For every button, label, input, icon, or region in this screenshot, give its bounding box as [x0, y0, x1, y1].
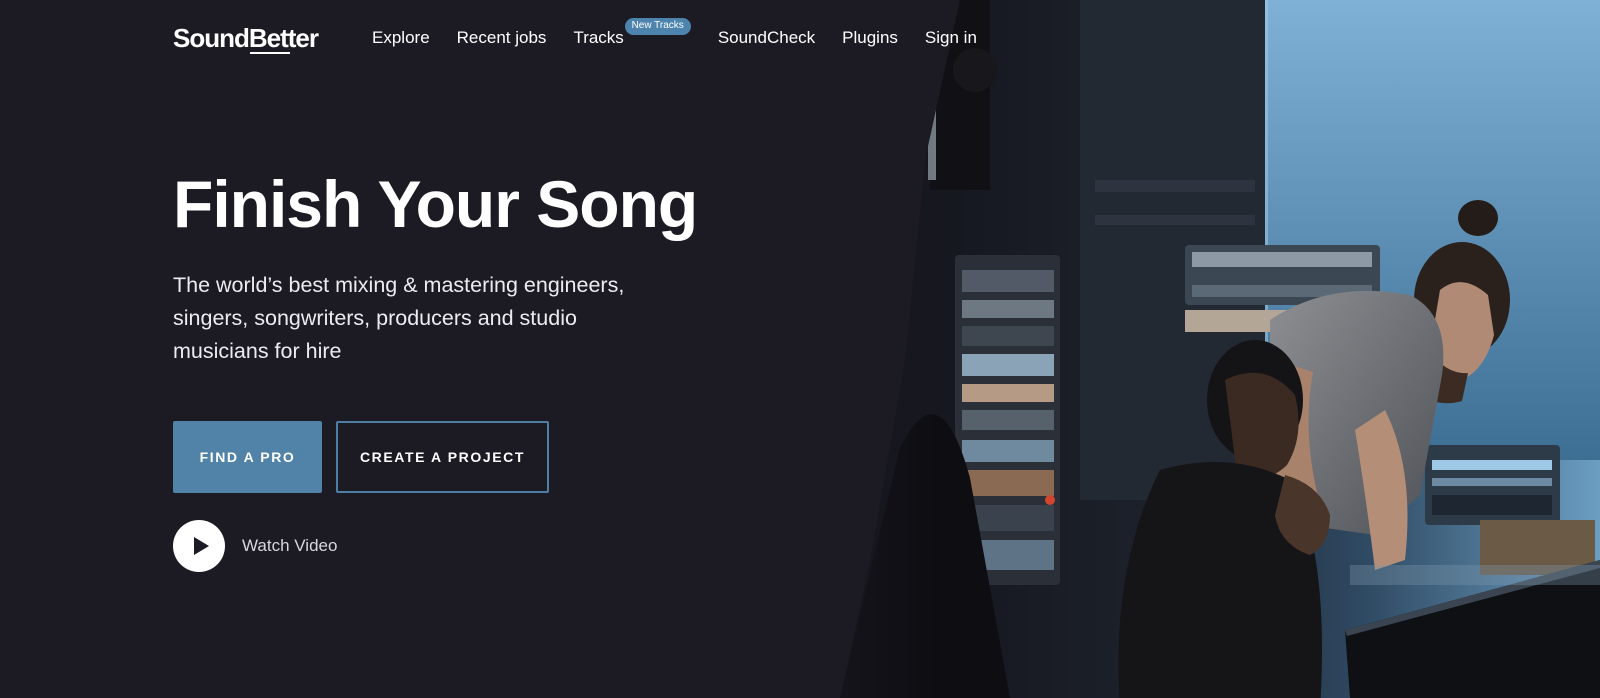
page: SoundBetter Explore Recent jobs Tracks Ne… — [0, 0, 1600, 698]
nav-soundcheck[interactable]: SoundCheck — [718, 28, 815, 48]
top-navigation: SoundBetter Explore Recent jobs Tracks Ne… — [173, 18, 1004, 58]
nav-plugins[interactable]: Plugins — [842, 28, 898, 48]
watch-video-label: Watch Video — [242, 536, 338, 555]
hero-section: Finish Your Song The world’s best mixing… — [173, 167, 733, 368]
nav-links: Explore Recent jobs Tracks New Tracks Sou… — [372, 18, 1004, 48]
hero-actions: FIND A PRO CREATE A PROJECT — [173, 421, 549, 493]
hero-subtitle: The world’s best mixing & mastering engi… — [173, 273, 625, 364]
find-a-pro-button[interactable]: FIND A PRO — [173, 421, 322, 493]
play-icon — [193, 537, 209, 555]
watch-video-link[interactable]: Watch Video — [173, 520, 337, 572]
nav-tracks-label: Tracks — [573, 28, 624, 47]
nav-tracks[interactable]: Tracks New Tracks — [573, 18, 691, 48]
logo-sound-text: Sound — [173, 23, 250, 53]
logo-better-text: Better — [248, 23, 319, 54]
hero-title: Finish Your Song — [173, 167, 698, 241]
nav-sign-in[interactable]: Sign in — [925, 28, 977, 48]
play-button[interactable] — [173, 520, 225, 572]
nav-explore[interactable]: Explore — [372, 28, 430, 48]
soundbetter-logo[interactable]: SoundBetter — [173, 23, 319, 54]
nav-recent-jobs[interactable]: Recent jobs — [457, 28, 547, 48]
new-tracks-badge: New Tracks — [624, 18, 691, 35]
create-a-project-button[interactable]: CREATE A PROJECT — [336, 421, 549, 493]
